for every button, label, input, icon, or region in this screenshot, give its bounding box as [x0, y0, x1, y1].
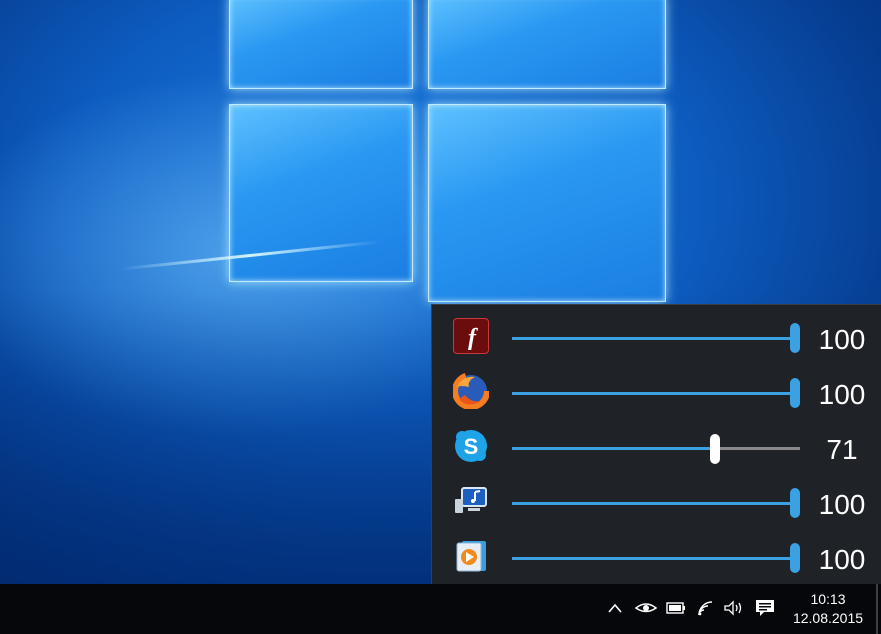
taskbar: 10:13 12.08.2015 — [0, 584, 881, 634]
volume-value: 71 — [826, 434, 858, 465]
wallpaper-pane — [428, 104, 666, 302]
eye-icon[interactable] — [634, 598, 658, 624]
wifi-icon[interactable] — [695, 598, 717, 624]
slider-thumb[interactable] — [710, 434, 720, 464]
svg-text:S: S — [464, 434, 479, 459]
clock-date: 12.08.2015 — [792, 610, 864, 626]
chevron-up-icon[interactable] — [606, 598, 624, 624]
battery-icon[interactable] — [664, 598, 688, 624]
show-desktop-button[interactable] — [876, 584, 878, 634]
slider-thumb[interactable] — [790, 323, 800, 353]
slider-fill — [512, 392, 800, 395]
volume-value: 100 — [818, 544, 866, 575]
clock[interactable]: 10:13 12.08.2015 — [782, 590, 874, 628]
firefox-icon[interactable] — [452, 372, 490, 410]
flash-icon[interactable]: f — [453, 318, 489, 354]
slider-fill — [512, 447, 716, 450]
volume-value: 100 — [818, 489, 866, 520]
slider-fill — [512, 502, 800, 505]
media-player-icon[interactable] — [453, 538, 489, 574]
wallpaper-pane — [229, 0, 413, 89]
volume-value: 100 — [818, 379, 866, 410]
clock-time: 10:13 — [810, 591, 846, 607]
volume-slider[interactable] — [512, 323, 800, 353]
svg-text:f: f — [468, 325, 478, 351]
mixer-row-flash: f 100 — [432, 311, 881, 366]
slider-fill — [512, 337, 800, 340]
mixer-row-system-sounds: 100 — [432, 476, 881, 531]
mixer-row-skype: S 71 — [432, 421, 881, 476]
volume-mixer-panel: f 100 100 S 71 100 100 — [431, 304, 881, 584]
slider-thumb[interactable] — [790, 488, 800, 518]
volume-slider[interactable] — [512, 378, 800, 408]
volume-slider[interactable] — [512, 543, 800, 573]
volume-slider[interactable] — [512, 434, 800, 464]
mixer-row-firefox: 100 — [432, 366, 881, 421]
action-center-icon[interactable] — [754, 598, 776, 624]
wallpaper-pane — [428, 0, 666, 89]
system-sounds-icon[interactable] — [453, 483, 489, 519]
volume-value: 100 — [818, 324, 866, 355]
slider-fill — [512, 557, 800, 560]
speaker-icon[interactable] — [722, 598, 746, 624]
skype-icon[interactable]: S — [453, 428, 489, 464]
slider-thumb[interactable] — [790, 543, 800, 573]
mixer-row-media-player: 100 — [432, 531, 881, 586]
volume-slider[interactable] — [512, 488, 800, 518]
slider-thumb[interactable] — [790, 378, 800, 408]
